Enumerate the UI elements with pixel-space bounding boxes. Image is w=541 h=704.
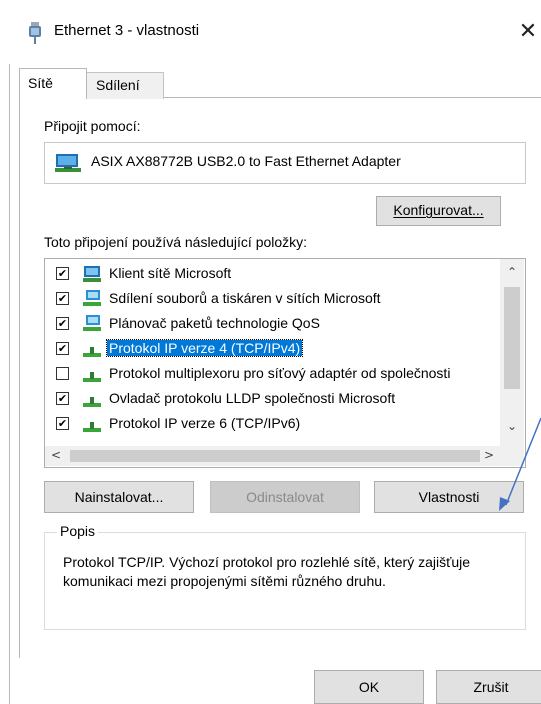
connect-using-label: Připojit pomocí: <box>44 118 141 134</box>
protocol-icon <box>83 372 101 382</box>
list-item[interactable]: ✔ Sdílení souborů a tiskáren v sítích Mi… <box>45 287 505 312</box>
protocol-icon <box>83 347 101 357</box>
configure-button[interactable]: Konfigurovat... <box>376 196 501 226</box>
list-item[interactable]: ✔ Plánovač paketů technologie QoS <box>45 312 505 337</box>
uninstall-button[interactable]: Odinstalovat <box>210 481 360 513</box>
list-item[interactable]: ✔ Klient sítě Microsoft <box>45 262 505 287</box>
properties-button[interactable]: Vlastnosti <box>374 481 524 513</box>
network-service-icon <box>83 290 101 306</box>
adapter-field: ASIX AX88772B USB2.0 to Fast Ethernet Ad… <box>44 142 526 184</box>
title-bar: Ethernet 3 - vlastnosti ✕ <box>0 0 541 64</box>
tab-networking[interactable]: Sítě <box>19 68 87 99</box>
item-checkbox[interactable]: ✔ <box>56 292 69 305</box>
description-legend: Popis <box>57 523 99 539</box>
horizontal-scrollbar[interactable]: < > <box>45 446 524 466</box>
item-label: Protokol multiplexoru pro síťový adaptér… <box>109 365 451 381</box>
item-checkbox[interactable]: ✔ <box>56 342 69 355</box>
cancel-button[interactable]: Zrušit <box>436 670 541 704</box>
item-label: Ovladač protokolu LLDP společnosti Micro… <box>109 390 396 406</box>
ok-button-label: OK <box>358 679 380 695</box>
items-label: Toto připojení používá následující polož… <box>44 234 308 250</box>
protocol-icon <box>83 397 101 407</box>
scroll-down-icon[interactable]: ⌄ <box>504 419 520 433</box>
list-item[interactable]: ✔ Protokol IP verze 6 (TCP/IPv6) <box>45 412 505 437</box>
list-item[interactable]: Protokol multiplexoru pro síťový adaptér… <box>45 362 505 387</box>
item-checkbox[interactable]: ✔ <box>56 317 69 330</box>
components-list[interactable]: ✔ Klient sítě Microsoft ✔ Sdílení soubor… <box>44 258 526 468</box>
scroll-right-icon[interactable]: > <box>482 448 496 462</box>
item-checkbox[interactable]: ✔ <box>56 267 69 280</box>
ok-button[interactable]: OK <box>314 670 424 704</box>
vertical-scrollbar[interactable]: ⌃ ⌄ <box>500 259 524 446</box>
network-client-icon <box>83 266 101 282</box>
network-service-icon <box>83 315 101 331</box>
item-checkbox[interactable]: ✔ <box>56 392 69 405</box>
tab-sharing-label: Sdílení <box>96 77 140 93</box>
item-checkbox[interactable]: ✔ <box>56 417 69 430</box>
scroll-left-icon[interactable]: < <box>49 448 63 462</box>
item-label: Protokol IP verze 4 (TCP/IPv4) <box>105 339 304 357</box>
close-button[interactable]: ✕ <box>515 18 541 46</box>
network-adapter-icon <box>55 154 81 172</box>
list-item[interactable]: ✔ Ovladač protokolu LLDP společnosti Mic… <box>45 387 505 412</box>
uninstall-button-label: Odinstalovat <box>246 489 324 505</box>
item-label: Protokol IP verze 6 (TCP/IPv6) <box>109 415 301 431</box>
protocol-icon <box>83 422 101 432</box>
list-item[interactable]: ✔ Protokol IP verze 4 (TCP/IPv4) <box>45 337 505 362</box>
properties-button-label: Vlastnosti <box>418 489 480 505</box>
network-adapter-icon <box>29 22 41 44</box>
vertical-scroll-thumb[interactable] <box>504 287 520 389</box>
adapter-name: ASIX AX88772B USB2.0 to Fast Ethernet Ad… <box>91 153 401 169</box>
tab-networking-label: Sítě <box>28 75 53 91</box>
window-border <box>9 64 10 704</box>
description-group: Popis Protokol TCP/IP. Výchozí protokol … <box>44 523 526 630</box>
configure-button-label: Konfigurovat... <box>393 202 484 218</box>
horizontal-scroll-thumb[interactable] <box>70 450 480 462</box>
window-title: Ethernet 3 - vlastnosti <box>54 22 200 39</box>
item-label: Plánovač paketů technologie QoS <box>109 315 320 331</box>
item-label: Sdílení souborů a tiskáren v sítích Micr… <box>109 290 381 306</box>
install-button[interactable]: Nainstalovat... <box>44 481 194 513</box>
item-checkbox[interactable] <box>56 367 69 380</box>
install-button-label: Nainstalovat... <box>74 489 164 505</box>
cancel-button-label: Zrušit <box>473 679 509 695</box>
item-label: Klient sítě Microsoft <box>109 265 232 281</box>
tab-sharing[interactable]: Sdílení <box>86 72 164 99</box>
description-text: Protokol TCP/IP. Výchozí protokol pro ro… <box>63 554 471 589</box>
scroll-up-icon[interactable]: ⌃ <box>504 265 520 279</box>
